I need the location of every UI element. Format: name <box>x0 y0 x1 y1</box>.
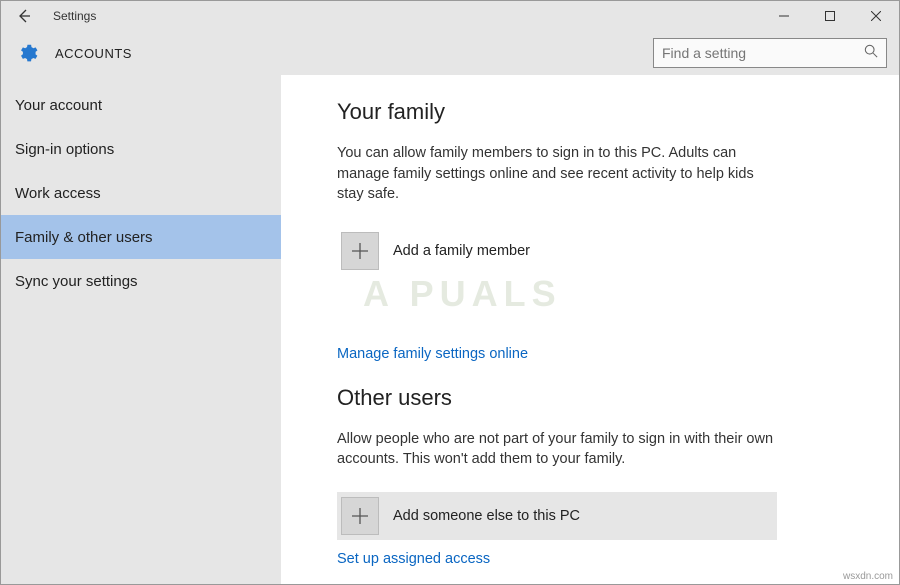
arrow-left-icon <box>16 8 32 24</box>
family-heading: Your family <box>337 99 867 125</box>
plus-icon <box>351 242 369 260</box>
sidebar-item-label: Your account <box>15 97 102 114</box>
search-icon <box>864 44 878 63</box>
close-button[interactable] <box>853 1 899 31</box>
add-family-member-button[interactable]: Add a family member <box>337 227 777 275</box>
sidebar-item-work-access[interactable]: Work access <box>1 171 281 215</box>
sidebar-item-your-account[interactable]: Your account <box>1 83 281 127</box>
search-box[interactable] <box>653 38 887 68</box>
add-family-label: Add a family member <box>393 243 530 259</box>
minimize-icon <box>779 11 789 21</box>
settings-gear-icon[interactable] <box>13 39 41 67</box>
other-users-description: Allow people who are not part of your fa… <box>337 429 777 470</box>
search-input[interactable] <box>662 45 864 61</box>
add-other-user-button[interactable]: Add someone else to this PC <box>337 492 777 540</box>
sidebar-item-label: Work access <box>15 185 101 202</box>
back-button[interactable] <box>1 1 47 31</box>
add-other-label: Add someone else to this PC <box>393 508 580 524</box>
sidebar-item-label: Sign-in options <box>15 141 114 158</box>
plus-button <box>341 497 379 535</box>
maximize-icon <box>825 11 835 21</box>
plus-button <box>341 232 379 270</box>
sidebar-item-sync-settings[interactable]: Sync your settings <box>1 259 281 303</box>
sidebar-item-label: Family & other users <box>15 229 153 246</box>
close-icon <box>871 11 881 21</box>
other-users-heading: Other users <box>337 385 867 411</box>
minimize-button[interactable] <box>761 1 807 31</box>
gear-icon <box>16 42 38 64</box>
sidebar: Your account Sign-in options Work access… <box>1 75 281 584</box>
page-title: ACCOUNTS <box>55 46 132 61</box>
assigned-access-link[interactable]: Set up assigned access <box>337 551 490 567</box>
sidebar-item-family-other-users[interactable]: Family & other users <box>1 215 281 259</box>
window-title: Settings <box>53 9 96 23</box>
plus-icon <box>351 507 369 525</box>
sidebar-item-sign-in-options[interactable]: Sign-in options <box>1 127 281 171</box>
titlebar: Settings <box>1 1 899 31</box>
family-description: You can allow family members to sign in … <box>337 143 777 205</box>
attribution: wsxdn.com <box>843 571 893 582</box>
content-pane: A PUALS Your family You can allow family… <box>281 75 899 584</box>
sidebar-item-label: Sync your settings <box>15 273 138 290</box>
header: ACCOUNTS <box>1 31 899 75</box>
maximize-button[interactable] <box>807 1 853 31</box>
manage-family-link[interactable]: Manage family settings online <box>337 346 528 362</box>
